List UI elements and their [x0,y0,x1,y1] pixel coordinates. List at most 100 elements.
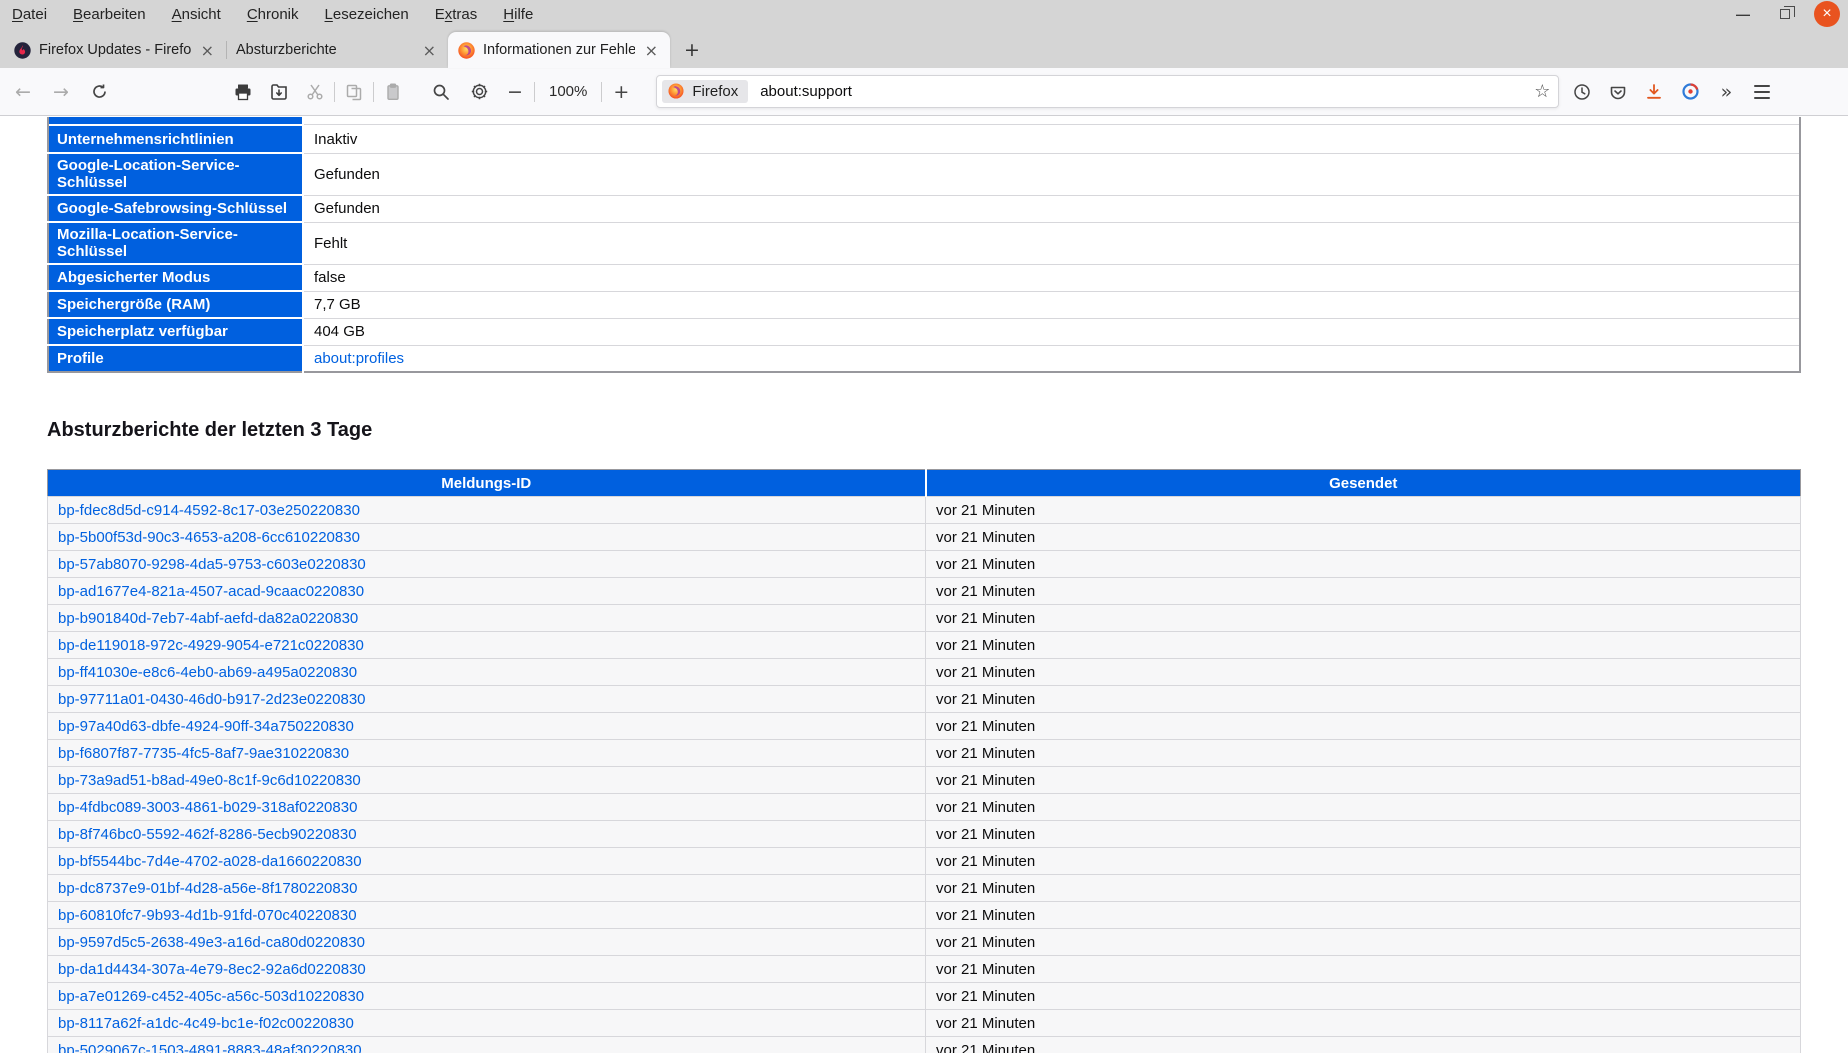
crash-report-link[interactable]: bp-5029067c-1503-4891-8883-48af30220830 [58,1042,362,1053]
crash-report-row: bp-fdec8d5d-c914-4592-8c17-03e250220830 v… [47,496,1801,524]
zoom-out-button[interactable]: − [502,79,528,105]
print-icon[interactable] [230,79,256,105]
back-button[interactable]: ← [10,79,36,105]
support-row-label: Profile [48,344,304,372]
crash-report-link[interactable]: bp-fdec8d5d-c914-4592-8c17-03e250220830 [58,502,360,519]
crash-report-link[interactable]: bp-dc8737e9-01bf-4d28-a56e-8f1780220830 [58,880,357,897]
tab-title: Absturzberichte [236,42,337,58]
crash-report-sent-cell: vor 21 Minuten [925,820,1801,848]
crash-report-link[interactable]: bp-73a9ad51-b8ad-49e0-8c1f-9c6d10220830 [58,772,361,789]
crash-report-id-cell: bp-ad1677e4-821a-4507-acad-9caac0220830 [47,577,926,605]
crash-report-link[interactable]: bp-f6807f87-7735-4fc5-8af7-9ae310220830 [58,745,349,762]
support-row-label: Google-Location-Service-Schlüssel [48,152,304,196]
menu-datei[interactable]: Datei [12,6,47,23]
paste-icon[interactable] [380,79,406,105]
tab-close-icon[interactable]: × [199,41,216,60]
minimize-button[interactable]: — [1730,1,1756,27]
menu-lesezeichen[interactable]: Lesezeichen [325,6,409,23]
menu-bar: Datei Bearbeiten Ansicht Chronik Lesezeichen… [0,0,1848,28]
crash-report-link[interactable]: bp-8117a62f-a1dc-4c49-bc1e-f02c00220830 [58,1015,354,1032]
crash-report-link[interactable]: bp-de119018-972c-4929-9054-e721c0220830 [58,637,364,654]
url-input[interactable]: about:support [760,83,1534,100]
settings-gear-icon[interactable] [466,79,492,105]
crash-report-id-cell: bp-b901840d-7eb7-4abf-aefd-da82a0220830 [47,604,926,632]
support-row-label: Abgesicherter Modus [48,263,304,292]
crash-report-row: bp-a7e01269-c452-405c-a56c-503d10220830 v… [47,982,1801,1010]
overflow-chevrons-icon[interactable]: » [1713,79,1739,105]
crash-report-link[interactable]: bp-60810fc7-9b93-4d1b-91fd-070c40220830 [58,907,357,924]
tab-firefox-updates[interactable]: Firefox Updates - Firefox × [4,32,226,68]
profiles-link[interactable]: about:profiles [314,350,404,367]
crash-report-link[interactable]: bp-9597d5c5-2638-49e3-a16d-ca80d0220830 [58,934,365,951]
reload-icon[interactable] [86,79,112,105]
app-menu-hamburger-icon[interactable] [1749,79,1775,105]
support-row-value: 404 GB [303,318,1800,346]
downloads-icon[interactable] [1641,79,1667,105]
menu-ansicht[interactable]: Ansicht [172,6,221,23]
crash-report-sent-cell: vor 21 Minuten [925,982,1801,1010]
bookmark-star-icon[interactable]: ☆ [1534,81,1550,102]
crash-report-link[interactable]: bp-57ab8070-9298-4da5-9753-c603e0220830 [58,556,366,573]
crash-report-link[interactable]: bp-ad1677e4-821a-4507-acad-9caac0220830 [58,583,364,600]
crash-report-row: bp-9597d5c5-2638-49e3-a16d-ca80d0220830 v… [47,928,1801,956]
page-content: Unternehmensrichtlinien Inaktiv Google-Loc… [0,117,1848,1053]
tab-title: Firefox Updates - Firefox [39,42,191,58]
crash-report-link[interactable]: bp-97711a01-0430-46d0-b917-2d23e0220830 [58,691,366,708]
pocket-icon[interactable] [1605,79,1631,105]
crash-report-link[interactable]: bp-a7e01269-c452-405c-a56c-503d10220830 [58,988,364,1005]
crash-report-link[interactable]: bp-4fdbc089-3003-4861-b029-318af0220830 [58,799,357,816]
crash-report-link[interactable]: bp-97a40d63-dbfe-4924-90ff-34a750220830 [58,718,354,735]
support-row: Google-Safebrowsing-Schlüssel Gefunden [48,194,1800,223]
crash-report-row: bp-bf5544bc-7d4e-4702-a028-da1660220830 v… [47,847,1801,875]
restore-button[interactable] [1772,1,1798,27]
crash-report-link[interactable]: bp-da1d4434-307a-4e79-8ec2-92a6d0220830 [58,961,366,978]
crash-report-link[interactable]: bp-5b00f53d-90c3-4653-a208-6cc610220830 [58,529,360,546]
tab-close-icon[interactable]: × [643,41,660,60]
zoom-in-button[interactable]: + [608,79,634,105]
container-badge: Firefox [662,80,749,103]
menu-chronik[interactable]: Chronik [247,6,299,23]
crash-report-sent-cell: vor 21 Minuten [925,658,1801,686]
crash-report-id-cell: bp-ff41030e-e8c6-4eb0-ab69-a495a0220830 [47,658,926,686]
save-page-icon[interactable] [266,79,292,105]
column-header-meldungs-id: Meldungs-ID [47,469,926,497]
close-window-button[interactable]: × [1814,1,1840,27]
crash-report-sent-cell: vor 21 Minuten [925,766,1801,794]
history-clock-icon[interactable] [1569,79,1595,105]
crash-report-sent-cell: vor 21 Minuten [925,928,1801,956]
crash-report-link[interactable]: bp-8f746bc0-5592-462f-8286-5ecb90220830 [58,826,357,843]
menu-bearbeiten[interactable]: Bearbeiten [73,6,146,23]
menu-items: Datei Bearbeiten Ansicht Chronik Lesezeichen… [12,6,533,23]
forward-button[interactable]: → [48,79,74,105]
zoom-level[interactable]: 100% [541,83,595,100]
crash-report-id-cell: bp-57ab8070-9298-4da5-9753-c603e0220830 [47,550,926,578]
support-row-value: Fehlt [303,222,1800,265]
tab-informationen-zur-fehlerbehebung[interactable]: Informationen zur Fehler × [448,32,670,68]
new-tab-button[interactable]: + [670,32,714,68]
crash-report-link[interactable]: bp-bf5544bc-7d4e-4702-a028-da1660220830 [58,853,362,870]
menu-extras[interactable]: Extras [435,6,478,23]
crash-report-id-cell: bp-9597d5c5-2638-49e3-a16d-ca80d0220830 [47,928,926,956]
support-row-label: Mozilla-Location-Service-Schlüssel [48,221,304,265]
crash-table-header-row: Meldungs-ID Gesendet [47,469,1801,497]
crash-reports-table: Meldungs-ID Gesendet bp-fdec8d5d-c914-45… [47,469,1801,1053]
tab-close-icon[interactable]: × [421,41,438,60]
crash-report-row: bp-5b00f53d-90c3-4653-a208-6cc610220830 v… [47,523,1801,551]
extension-donut-icon[interactable] [1677,79,1703,105]
tab-absturzberichte[interactable]: Absturzberichte × [226,32,448,68]
menu-hilfe[interactable]: Hilfe [503,6,533,23]
support-row: Speichergröße (RAM) 7,7 GB [48,290,1800,319]
crash-report-link[interactable]: bp-ff41030e-e8c6-4eb0-ab69-a495a0220830 [58,664,357,681]
copy-icon[interactable] [341,79,367,105]
crash-table-body: bp-fdec8d5d-c914-4592-8c17-03e250220830 v… [47,496,1801,1053]
crash-report-link[interactable]: bp-b901840d-7eb7-4abf-aefd-da82a0220830 [58,610,358,627]
crash-report-sent-cell: vor 21 Minuten [925,739,1801,767]
support-row: Speicherplatz verfügbar 404 GB [48,317,1800,346]
crash-report-row: bp-8117a62f-a1dc-4c49-bc1e-f02c00220830 v… [47,1009,1801,1037]
crash-report-id-cell: bp-97711a01-0430-46d0-b917-2d23e0220830 [47,685,926,713]
search-icon[interactable] [428,79,454,105]
cut-icon[interactable] [302,79,328,105]
url-bar[interactable]: Firefox about:support ☆ [656,75,1560,108]
crash-report-sent-cell: vor 21 Minuten [925,712,1801,740]
crash-report-row: bp-da1d4434-307a-4e79-8ec2-92a6d0220830 v… [47,955,1801,983]
